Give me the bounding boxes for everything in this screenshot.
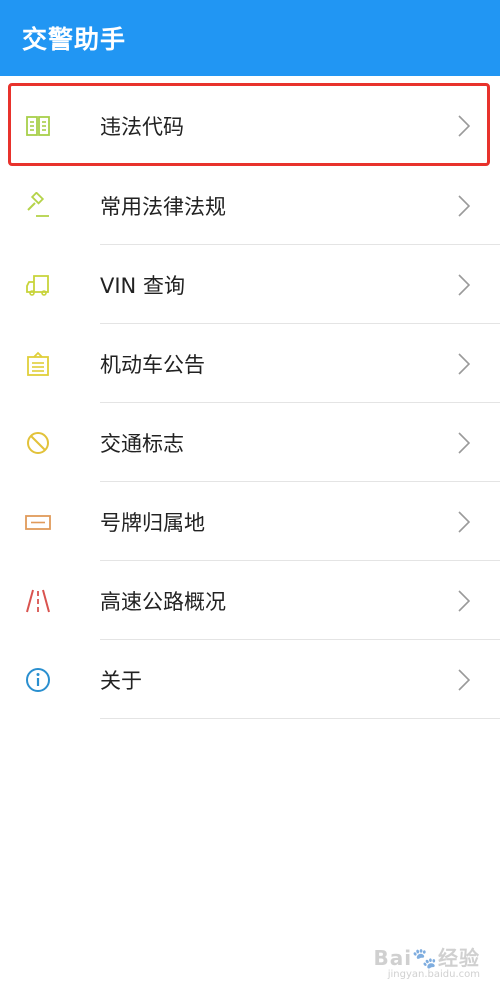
clipboard-icon	[24, 350, 52, 378]
menu-item-laws[interactable]: 常用法律法规	[0, 166, 500, 245]
menu-item-label: 常用法律法规	[100, 194, 226, 219]
watermark: Bai🐾经验 jingyan.baidu.com	[374, 942, 481, 980]
chevron-right-icon	[458, 115, 470, 137]
app-bar: 交警助手	[0, 0, 500, 76]
menu-item-violation-codes[interactable]: 违法代码	[0, 86, 500, 166]
chevron-right-icon	[458, 273, 470, 296]
menu-item-traffic-signs[interactable]: 交通标志	[0, 403, 500, 482]
info-icon	[24, 666, 52, 694]
chevron-right-icon	[458, 510, 470, 533]
watermark-url: jingyan.baidu.com	[387, 969, 480, 980]
menu-item-plate-location[interactable]: 号牌归属地	[0, 482, 500, 561]
chevron-right-icon	[458, 352, 470, 375]
menu-item-vehicle-announcement[interactable]: 机动车公告	[0, 324, 500, 403]
menu-item-label: 高速公路概况	[100, 589, 226, 614]
menu-item-label: VIN 查询	[100, 273, 185, 298]
menu-item-vin-query[interactable]: VIN 查询	[0, 245, 500, 324]
chevron-right-icon	[458, 431, 470, 454]
divider	[100, 718, 500, 719]
highway-icon	[24, 587, 52, 615]
truck-icon	[24, 271, 52, 299]
menu-item-label: 机动车公告	[100, 352, 205, 377]
book-icon	[24, 112, 52, 140]
menu-item-label: 关于	[100, 668, 142, 693]
menu-list: 违法代码 常用法律法规 VIN 查询 机动车公告 交通标志 号牌归属地 高速公路…	[0, 86, 500, 719]
chevron-right-icon	[458, 589, 470, 612]
no-entry-icon	[24, 429, 52, 457]
watermark-logo: Bai🐾经验	[373, 946, 480, 970]
chevron-right-icon	[458, 668, 470, 691]
app-title: 交警助手	[22, 25, 127, 54]
menu-item-label: 交通标志	[100, 431, 184, 456]
license-plate-icon	[24, 508, 52, 536]
menu-item-label: 号牌归属地	[100, 510, 205, 535]
gavel-icon	[24, 191, 52, 220]
menu-item-about[interactable]: 关于	[0, 640, 500, 719]
menu-item-highway-overview[interactable]: 高速公路概况	[0, 561, 500, 640]
chevron-right-icon	[458, 194, 470, 217]
menu-item-label: 违法代码	[100, 115, 184, 139]
